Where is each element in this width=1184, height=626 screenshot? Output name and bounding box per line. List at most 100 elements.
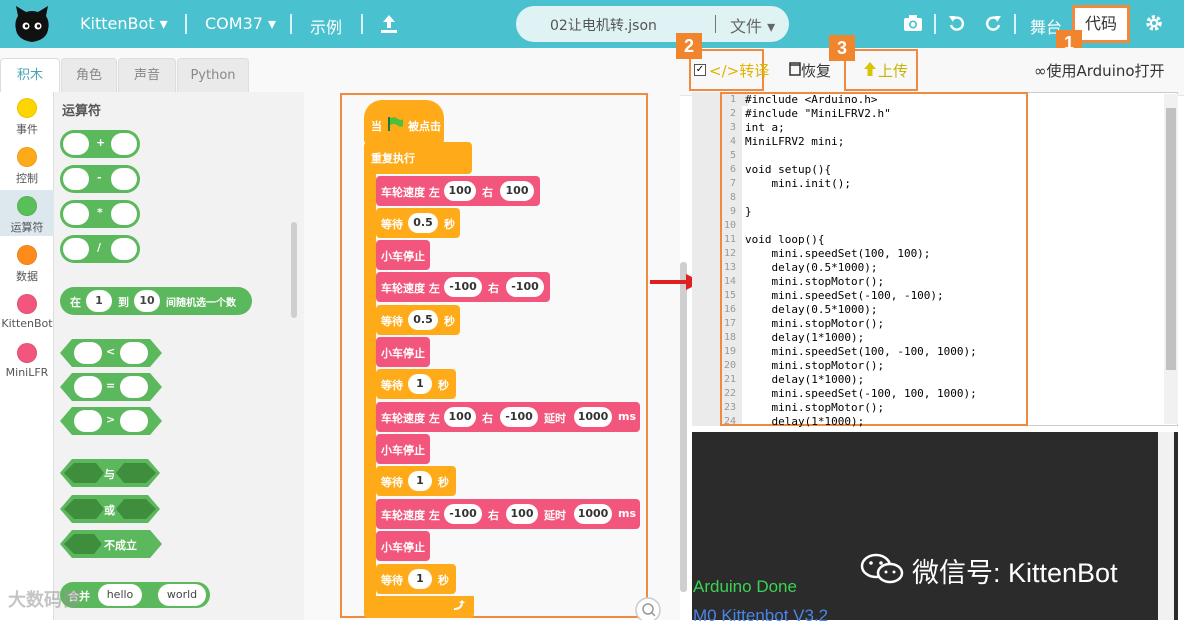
code-line: int a; [745, 121, 785, 134]
slot[interactable] [63, 203, 89, 225]
tab-blocks[interactable]: 积木 [0, 58, 60, 94]
upload-button[interactable]: 上传 [878, 60, 908, 81]
code-line: mini.stopMotor(); [745, 317, 885, 330]
forever-block-foot [364, 596, 474, 618]
wait-block[interactable]: 等待 0.5 秒 [376, 305, 460, 335]
wheel-speed-delay-block[interactable]: 车轮速度 左 -100 右 100 延时 1000 ms [376, 499, 640, 529]
add-block[interactable]: + [60, 130, 140, 158]
line-number: 9 [729, 206, 736, 217]
code-line: mini.init(); [745, 177, 851, 190]
subtract-block[interactable]: - [60, 165, 140, 193]
slot[interactable] [63, 133, 89, 155]
console-scrollbar[interactable] [1158, 432, 1174, 620]
kittenbot-logo[interactable] [12, 4, 52, 44]
control-dot-icon [17, 147, 37, 167]
editor-scroll-thumb[interactable] [1166, 108, 1176, 370]
slot[interactable] [63, 168, 89, 190]
join-block[interactable]: 合并 hello world [60, 582, 210, 608]
line-number: 5 [729, 150, 736, 161]
code-line: void loop(){ [745, 233, 825, 246]
redo-icon[interactable] [984, 14, 1002, 32]
slot[interactable]: hello [98, 584, 142, 606]
palette-section-title: 运算符 [62, 104, 102, 119]
line-number: 2 [729, 108, 736, 119]
port-menu[interactable]: COM37 ▾ [205, 14, 276, 33]
wheel-speed-block[interactable]: 车轮速度 左 100 右 100 [376, 176, 540, 206]
tab-python[interactable]: Python [177, 58, 249, 94]
category-operators[interactable]: 运算符 [0, 190, 54, 236]
step-badge-2: 2 [676, 33, 702, 59]
random-block[interactable]: 在 1 到 10 间随机选一个数 [60, 287, 252, 315]
category-kittenbot[interactable]: KittenBot [0, 294, 54, 330]
divide-block[interactable]: / [60, 235, 140, 263]
divider [934, 14, 936, 34]
open-with-arduino-button[interactable]: ∞使用Arduino打开 [1034, 60, 1165, 81]
divider [361, 14, 363, 34]
code-line: delay(1*1000); [745, 415, 865, 428]
zoom-icon[interactable] [628, 596, 664, 620]
category-control[interactable]: 控制 [0, 147, 54, 186]
when-flag-clicked-block[interactable]: 当 被点击 [364, 100, 444, 144]
forever-block[interactable]: 重复执行 [364, 142, 472, 174]
car-stop-block[interactable]: 小车停止 [376, 240, 430, 270]
divider [185, 14, 187, 34]
wait-block[interactable]: 等待 0.5 秒 [376, 208, 460, 238]
wechat-icon [860, 553, 904, 584]
slot[interactable] [111, 238, 137, 260]
line-number: 18 [723, 332, 736, 343]
category-data[interactable]: 数据 [0, 245, 54, 284]
wait-block[interactable]: 等待 1 秒 [376, 564, 456, 594]
category-events[interactable]: 事件 [0, 98, 54, 137]
tab-sprites[interactable]: 角色 [61, 58, 117, 94]
upload-icon[interactable] [380, 14, 398, 34]
step-badge-3: 3 [829, 35, 855, 61]
wheel-speed-block[interactable]: 车轮速度 左 -100 右 -100 [376, 272, 550, 302]
car-stop-block[interactable]: 小车停止 [376, 531, 430, 561]
palette-scrollbar[interactable] [291, 222, 297, 318]
car-stop-block[interactable]: 小车停止 [376, 434, 430, 464]
category-minilfr[interactable]: MiniLFR [0, 343, 54, 379]
slot[interactable] [111, 203, 137, 225]
file-box: 02让电机转.json 文件 ▾ [516, 6, 789, 42]
code-line: delay(0.5*1000); [745, 303, 878, 316]
file-menu[interactable]: 文件 ▾ [730, 13, 775, 37]
slot[interactable]: world [158, 584, 206, 606]
line-number: 24 [723, 416, 736, 427]
camera-icon[interactable] [903, 14, 923, 32]
wait-block[interactable]: 等待 1 秒 [376, 466, 456, 496]
multiply-block[interactable]: * [60, 200, 140, 228]
tab-sounds[interactable]: 声音 [118, 58, 176, 94]
line-number: 11 [723, 234, 736, 245]
forever-block-arm [364, 170, 376, 600]
gear-icon[interactable] [1145, 14, 1163, 32]
transpile-button[interactable]: </>转译 [709, 60, 769, 81]
code-line: delay(0.5*1000); [745, 261, 878, 274]
slot[interactable]: 10 [134, 290, 160, 312]
minilfr-dot-icon [17, 343, 37, 363]
slot[interactable]: 1 [86, 290, 112, 312]
line-number: 17 [723, 318, 736, 329]
filename-label[interactable]: 02让电机转.json [550, 15, 657, 35]
wheel-speed-delay-block[interactable]: 车轮速度 左 100 右 -100 延时 1000 ms [376, 402, 640, 432]
console-line: Arduino Done [693, 577, 797, 596]
code-line: #include "MiniLFRV2.h" [745, 107, 891, 120]
restore-button[interactable]: 恢复 [801, 60, 831, 81]
app-menu[interactable]: KittenBot ▾ [80, 14, 168, 33]
line-number: 6 [729, 164, 736, 175]
slot[interactable] [63, 238, 89, 260]
editor-scrollbar[interactable] [1164, 94, 1178, 424]
line-number: 7 [729, 178, 736, 189]
line-number: 23 [723, 402, 736, 413]
divider [290, 14, 292, 34]
data-dot-icon [17, 245, 37, 265]
slot[interactable] [111, 133, 137, 155]
undo-icon[interactable] [948, 14, 966, 32]
events-dot-icon [17, 98, 37, 118]
transpile-checkbox[interactable]: ✓ [694, 64, 706, 76]
examples-menu[interactable]: 示例 [310, 14, 342, 38]
wait-block[interactable]: 等待 1 秒 [376, 369, 456, 399]
line-number: 14 [723, 276, 736, 287]
slot[interactable] [111, 168, 137, 190]
workspace-scrollbar[interactable] [680, 262, 687, 592]
car-stop-block[interactable]: 小车停止 [376, 337, 430, 367]
